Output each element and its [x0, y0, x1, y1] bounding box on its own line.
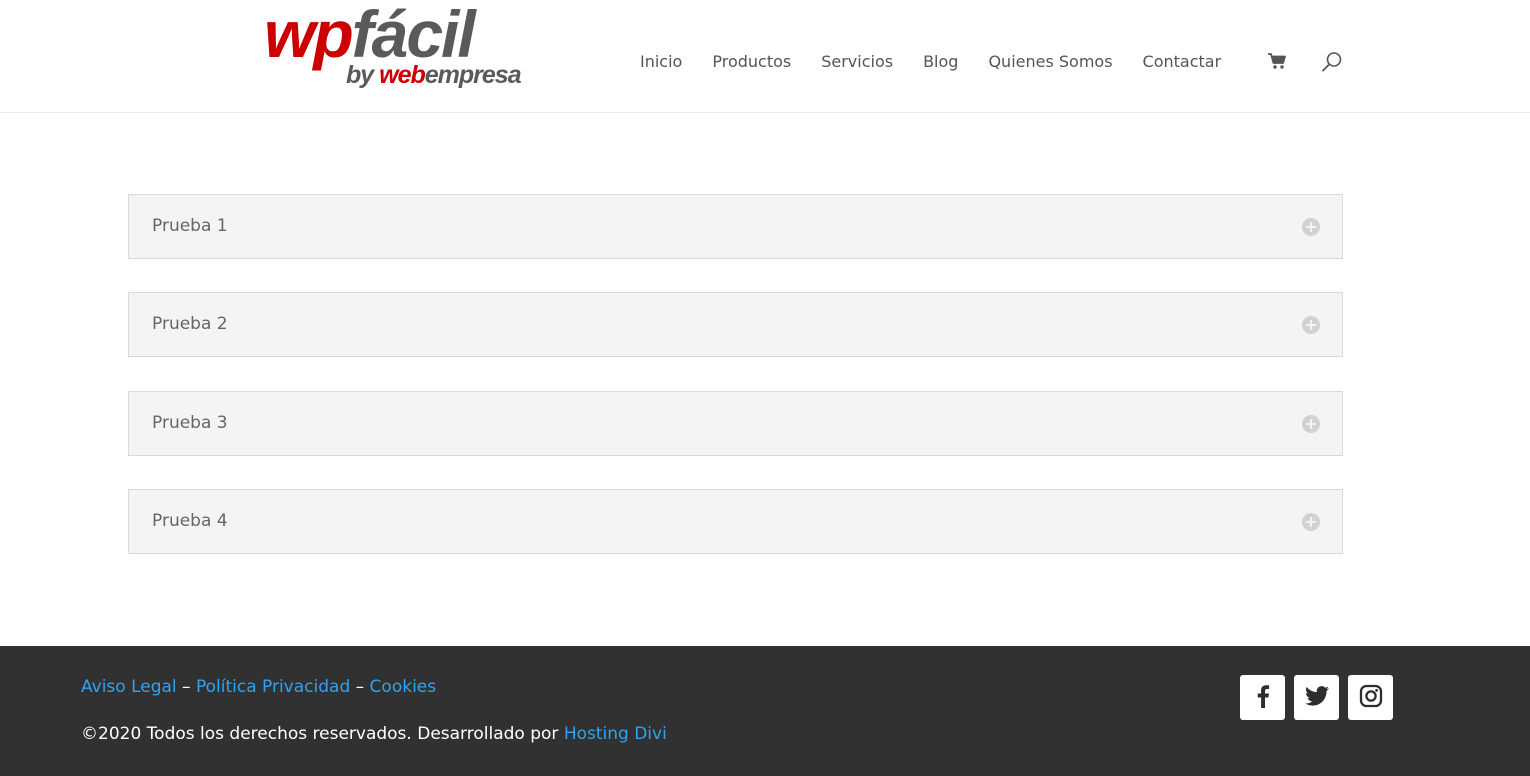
plus-circle-icon[interactable]	[1302, 513, 1320, 531]
instagram-icon	[1359, 684, 1383, 712]
politica-privacidad-link[interactable]: Política Privacidad	[196, 677, 350, 697]
plus-circle-icon[interactable]	[1302, 316, 1320, 334]
cookies-link[interactable]: Cookies	[370, 677, 437, 697]
accordion-item[interactable]: Prueba 1	[128, 194, 1343, 259]
accordion-title: Prueba 2	[152, 314, 228, 334]
plus-circle-icon[interactable]	[1302, 415, 1320, 433]
copyright: ©2020 Todos los derechos reservados. Des…	[81, 724, 667, 744]
site-footer: Aviso Legal – Política Privacidad – Cook…	[0, 646, 1530, 776]
link-separator: –	[350, 677, 370, 697]
twitter-button[interactable]	[1294, 675, 1339, 720]
instagram-button[interactable]	[1348, 675, 1393, 720]
hosting-divi-link[interactable]: Hosting Divi	[564, 724, 667, 744]
cart-icon[interactable]	[1267, 52, 1287, 70]
nav-item-servicios[interactable]: Servicios	[821, 52, 893, 71]
accordion-item[interactable]: Prueba 3	[128, 391, 1343, 456]
search-icon[interactable]	[1321, 51, 1343, 73]
copyright-text: ©2020 Todos los derechos reservados. Des…	[81, 724, 564, 744]
facebook-icon	[1256, 684, 1270, 712]
nav-item-inicio[interactable]: Inicio	[640, 52, 682, 71]
site-logo[interactable]: wpfácil by webempresa	[264, 0, 526, 94]
facebook-button[interactable]	[1240, 675, 1285, 720]
nav-item-blog[interactable]: Blog	[923, 52, 958, 71]
nav-item-productos[interactable]: Productos	[712, 52, 791, 71]
plus-circle-icon[interactable]	[1302, 218, 1320, 236]
accordion-item[interactable]: Prueba 2	[128, 292, 1343, 357]
site-header: wpfácil by webempresa Inicio Productos S…	[0, 0, 1530, 113]
twitter-icon	[1304, 685, 1329, 710]
accordion-title: Prueba 4	[152, 511, 228, 531]
main-nav: Inicio Productos Servicios Blog Quienes …	[640, 48, 1251, 74]
aviso-legal-link[interactable]: Aviso Legal	[81, 677, 177, 697]
accordion-title: Prueba 3	[152, 413, 228, 433]
footer-links: Aviso Legal – Política Privacidad – Cook…	[81, 677, 436, 697]
link-separator: –	[176, 677, 196, 697]
nav-item-quienes-somos[interactable]: Quienes Somos	[988, 52, 1112, 71]
accordion-item[interactable]: Prueba 4	[128, 489, 1343, 554]
nav-item-contactar[interactable]: Contactar	[1143, 52, 1222, 71]
accordion-title: Prueba 1	[152, 216, 228, 236]
logo-byline: by webempresa	[346, 61, 522, 89]
